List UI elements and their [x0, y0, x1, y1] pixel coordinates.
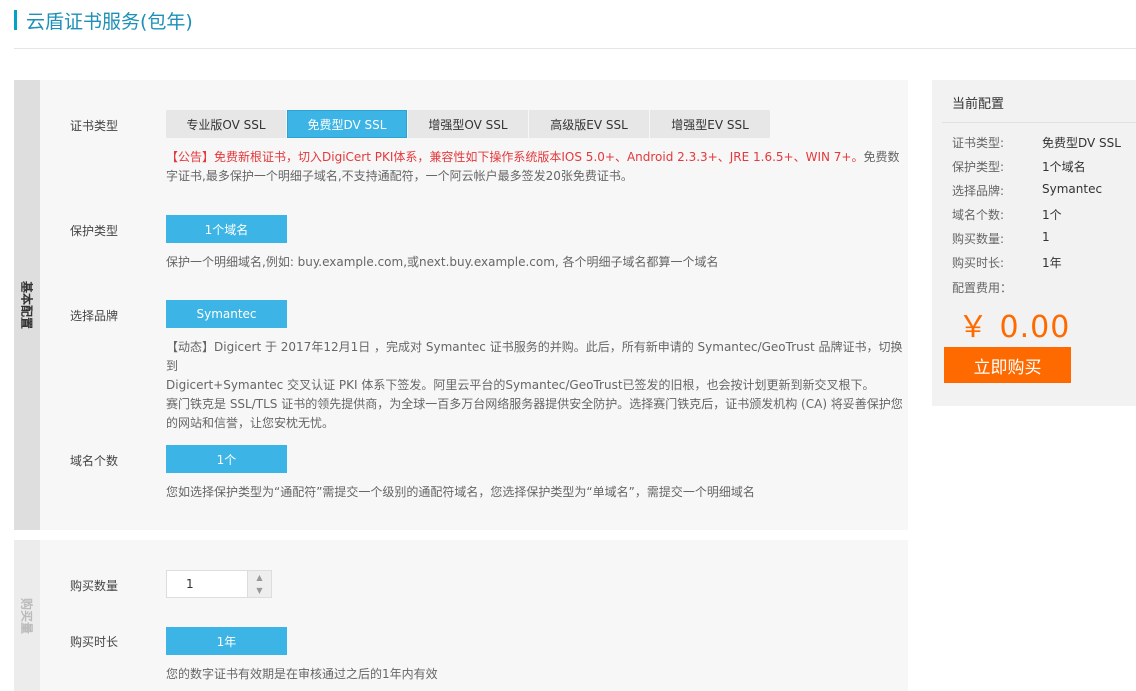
summary-row-duration: 购买时长: 1年: [952, 254, 1062, 271]
cert-type-option-pro-ov[interactable]: 专业版OV SSL: [166, 110, 286, 138]
decrement-arrow-icon[interactable]: ▼: [248, 584, 271, 597]
increment-arrow-icon[interactable]: ▲: [248, 571, 271, 584]
quantity-spinner: ▲ ▼: [247, 571, 271, 597]
purchase-sidebar: 购买量: [14, 540, 40, 691]
config-fee-price: ￥ 0.00: [958, 310, 1071, 345]
summary-value: 1: [1042, 230, 1050, 244]
brand-description: 【动态】Digicert 于 2017年12月1日 ，完成对 Symantec …: [166, 338, 906, 433]
summary-key: 购买数量:: [952, 232, 1005, 246]
summary-key: 证书类型:: [952, 136, 1005, 150]
summary-value: 1年: [1042, 256, 1062, 270]
protect-type-label: 保护类型: [70, 224, 119, 238]
summary-value: Symantec: [1042, 182, 1103, 196]
cert-type-option-advanced-ev[interactable]: 高级版EV SSL: [529, 110, 649, 138]
current-config-title: 当前配置: [952, 97, 1005, 112]
summary-row-protect-type: 保护类型: 1个域名: [952, 158, 1086, 175]
brand-option-symantec[interactable]: Symantec: [166, 300, 287, 328]
buy-now-button[interactable]: 立即购买: [944, 347, 1071, 383]
brand-desc-line: 赛门铁克是 SSL/TLS 证书的领先提供商，为全球一百多万台网络服务器提供安全…: [166, 397, 903, 411]
config-fee-label: 配置费用：: [952, 281, 1013, 295]
summary-key: 域名个数:: [952, 208, 1005, 222]
quantity-input[interactable]: [167, 571, 247, 597]
duration-description: 您的数字证书有效期是在审核通过之后的1年内有效: [166, 667, 438, 681]
summary-key: 购买时长:: [952, 256, 1005, 270]
quantity-stepper: ▲ ▼: [166, 570, 272, 598]
cert-type-label: 证书类型: [70, 119, 119, 133]
brand-desc-line: 【动态】Digicert 于 2017年12月1日 ，完成对 Symantec …: [166, 340, 903, 373]
quantity-label: 购买数量: [70, 579, 119, 593]
protect-type-option-single[interactable]: 1个域名: [166, 215, 287, 243]
basic-config-section: 基本配置 证书类型 专业版OV SSL 免费型DV SSL 增强型OV SSL …: [14, 80, 908, 530]
basic-config-side-label: 基本配置: [19, 280, 34, 330]
cert-type-option-enhanced-ov[interactable]: 增强型OV SSL: [408, 110, 528, 138]
summary-row-brand: 选择品牌: Symantec: [952, 182, 1102, 199]
page-header: 云盾证书服务(包年): [14, 8, 193, 33]
summary-key: 保护类型:: [952, 160, 1005, 174]
title-accent-bar: [14, 10, 17, 30]
domain-count-description: 您如选择保护类型为“通配符”需提交一个级别的通配符域名，您选择保护类型为“单域名…: [166, 485, 755, 499]
cert-type-description: 【公告】免费新根证书，切入DigiCert PKI体系，兼容性如下操作系统版本I…: [166, 148, 906, 186]
current-config-panel: 当前配置 证书类型: 免费型DV SSL 保护类型: 1个域名 选择品牌: Sy…: [932, 80, 1136, 406]
current-config-divider: [942, 122, 1136, 123]
protect-type-description: 保护一个明细域名,例如: buy.example.com,或next.buy.e…: [166, 255, 719, 269]
summary-row-cert-type: 证书类型: 免费型DV SSL: [952, 134, 1121, 151]
brand-desc-line: Digicert+Symantec 交叉认证 PKI 体系下签发。阿里云平台的S…: [166, 378, 875, 392]
summary-value: 免费型DV SSL: [1042, 136, 1121, 150]
cert-type-option-enhanced-ev[interactable]: 增强型EV SSL: [650, 110, 770, 138]
purchase-section: 购买量 购买数量 ▲ ▼ 购买时长 1年 您的数字证书有效期是在审核通过之后的1…: [14, 540, 908, 691]
duration-option-1-year[interactable]: 1年: [166, 627, 287, 655]
purchase-side-label: 购买量: [19, 597, 34, 634]
brand-label: 选择品牌: [70, 309, 119, 323]
header-divider: [14, 48, 1136, 49]
summary-row-quantity: 购买数量: 1: [952, 230, 1050, 247]
domain-count-label: 域名个数: [70, 454, 119, 468]
basic-config-sidebar: 基本配置: [14, 80, 40, 530]
cert-type-selector: 专业版OV SSL 免费型DV SSL 增强型OV SSL 高级版EV SSL …: [166, 110, 771, 138]
page-title: 云盾证书服务(包年): [26, 10, 193, 33]
summary-key: 选择品牌:: [952, 184, 1005, 198]
summary-row-domain-count: 域名个数: 1个: [952, 206, 1062, 223]
cert-type-option-free-dv[interactable]: 免费型DV SSL: [287, 110, 407, 138]
summary-value: 1个域名: [1042, 160, 1086, 174]
duration-label: 购买时长: [70, 635, 119, 649]
cert-type-notice: 【公告】免费新根证书，切入DigiCert PKI体系，兼容性如下操作系统版本I…: [166, 150, 864, 164]
summary-value: 1个: [1042, 208, 1062, 222]
brand-desc-line: 的网站和信誉，让您安枕无忧。: [166, 416, 335, 430]
domain-count-option-one[interactable]: 1个: [166, 445, 287, 473]
